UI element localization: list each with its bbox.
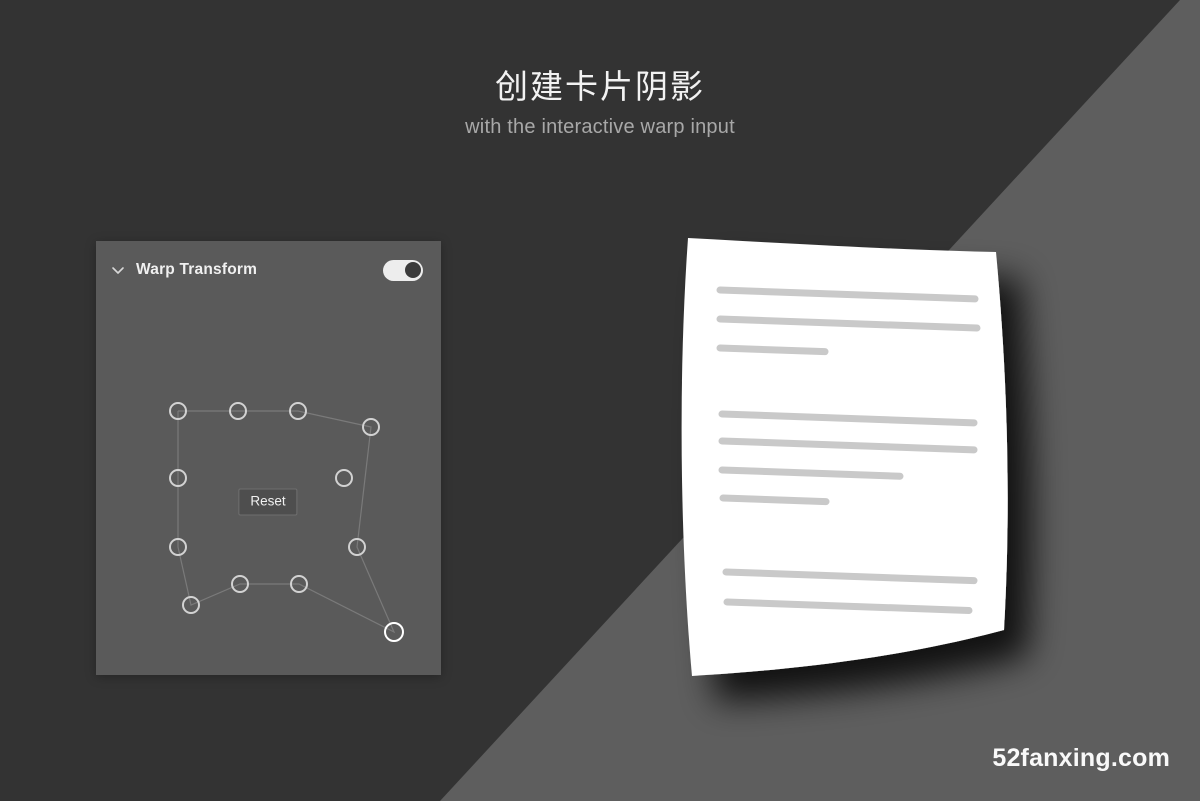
warp-node-corner-bottom-left[interactable] bbox=[182, 596, 200, 614]
warp-mesh-lines bbox=[177, 410, 396, 634]
warp-node-edge-top-1[interactable] bbox=[229, 402, 247, 420]
warp-node-corner-top-left[interactable] bbox=[169, 402, 187, 420]
warp-transform-panel: Warp Transform Reset bbox=[96, 241, 441, 675]
warp-node-edge-right-1[interactable] bbox=[335, 469, 353, 487]
card-text-line-3 bbox=[716, 344, 829, 356]
screenshot-canvas: 创建卡片阴影 with the interactive warp input W… bbox=[0, 0, 1200, 801]
warped-document-card bbox=[600, 190, 1160, 750]
warp-node-corner-top-right[interactable] bbox=[362, 418, 380, 436]
warp-node-edge-bottom-2[interactable] bbox=[290, 575, 308, 593]
card-svg bbox=[681, 238, 1008, 676]
card-text-line-7 bbox=[719, 494, 830, 506]
warp-transform-toggle[interactable] bbox=[383, 259, 423, 281]
warp-mesh-outline bbox=[177, 410, 396, 634]
heading-block: 创建卡片阴影 with the interactive warp input bbox=[0, 64, 1200, 144]
warp-node-edge-top-2[interactable] bbox=[289, 402, 307, 420]
page-subtitle: with the interactive warp input bbox=[465, 116, 735, 138]
page-title: 创建卡片阴影 bbox=[495, 68, 705, 105]
warp-node-edge-right-2[interactable] bbox=[348, 538, 366, 556]
panel-header: Warp Transform bbox=[96, 241, 441, 299]
panel-title: Warp Transform bbox=[136, 261, 258, 278]
reset-button[interactable]: Reset bbox=[238, 488, 298, 516]
warp-grid[interactable]: Reset bbox=[96, 299, 441, 675]
warp-node-edge-bottom-1[interactable] bbox=[231, 575, 249, 593]
watermark: 52fanxing.com bbox=[992, 744, 1170, 772]
toggle-knob bbox=[404, 262, 421, 278]
chevron-down-icon[interactable] bbox=[110, 262, 126, 278]
warp-node-edge-left-2[interactable] bbox=[169, 538, 187, 556]
warp-node-edge-left-1[interactable] bbox=[169, 469, 187, 487]
warp-node-corner-bottom-right[interactable] bbox=[384, 622, 404, 642]
